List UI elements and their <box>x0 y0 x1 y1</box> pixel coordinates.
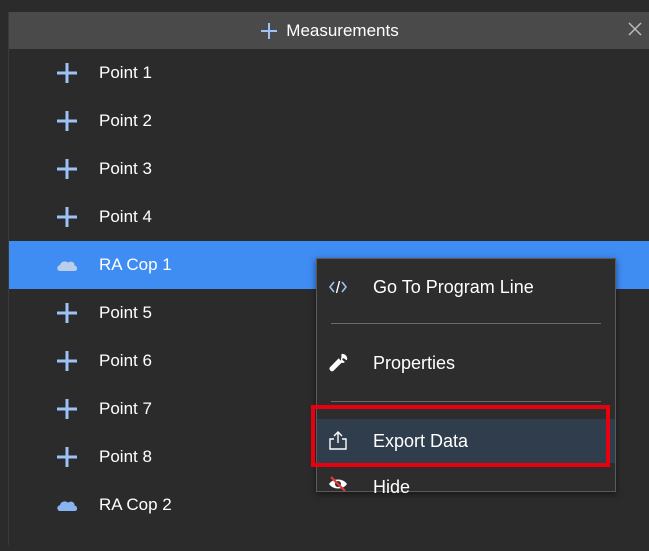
plus-icon <box>57 447 77 467</box>
panel-title: Measurements <box>286 20 399 40</box>
menu-separator <box>331 323 601 324</box>
plus-icon <box>57 159 77 179</box>
plus-icon <box>57 111 77 131</box>
panel-title-group: Measurements <box>9 12 649 49</box>
list-item-label: Point 5 <box>99 303 152 322</box>
list-item-point-1[interactable]: Point 1 <box>9 49 649 97</box>
list-item-label: Point 2 <box>99 111 152 130</box>
menu-item-label: Hide <box>373 477 411 497</box>
menu-item-label: Go To Program Line <box>373 277 534 297</box>
list-item-label: Point 4 <box>99 207 152 226</box>
cloud-icon <box>57 501 78 511</box>
menu-item-properties[interactable]: Properties <box>317 339 615 387</box>
plus-icon <box>57 399 77 419</box>
list-item-label: RA Cop 2 <box>99 495 172 514</box>
menu-item-label: Properties <box>373 353 456 373</box>
export-data-highlight <box>311 405 610 467</box>
list-item-point-2[interactable]: Point 2 <box>9 97 649 145</box>
wrench-icon <box>329 353 348 372</box>
close-icon[interactable] <box>624 18 646 40</box>
list-item-label: Point 3 <box>99 159 152 178</box>
cloud-icon <box>57 261 78 271</box>
list-item-label: Point 7 <box>99 399 152 418</box>
list-item-point-4[interactable]: Point 4 <box>9 193 649 241</box>
menu-item-hide[interactable]: Hide <box>317 471 615 515</box>
plus-icon <box>57 63 77 83</box>
menu-item-go-to-program-line[interactable]: Go To Program Line <box>317 263 615 311</box>
plus-icon <box>57 207 77 227</box>
eye-slash-icon <box>329 476 347 492</box>
list-item-label: Point 6 <box>99 351 152 370</box>
panel-header: Measurements <box>9 12 649 49</box>
menu-separator <box>331 401 601 402</box>
list-item-label: Point 1 <box>99 63 152 82</box>
list-item-label: Point 8 <box>99 447 152 466</box>
plus-icon <box>57 303 77 323</box>
plus-icon <box>57 351 77 371</box>
list-item-label: RA Cop 1 <box>99 255 172 274</box>
list-item-point-3[interactable]: Point 3 <box>9 145 649 193</box>
code-icon <box>328 280 348 294</box>
plus-icon <box>261 22 278 39</box>
